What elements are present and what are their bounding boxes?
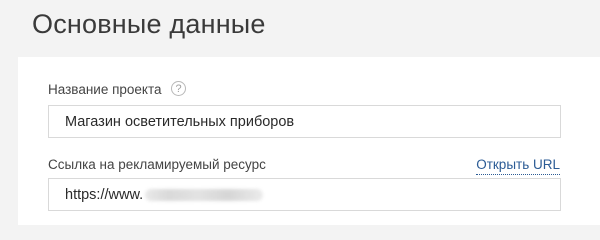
ad-url-input[interactable]: https://www. <box>48 178 561 211</box>
project-name-input[interactable] <box>48 105 561 138</box>
project-name-label: Название проекта <box>48 82 162 97</box>
ad-url-label: Ссылка на рекламируемый ресурс <box>48 157 266 172</box>
ad-url-value: https://www. <box>65 186 144 203</box>
basic-data-form-card: Название проекта ? Ссылка на рекламируем… <box>18 57 600 225</box>
question-circle-icon[interactable]: ? <box>171 81 186 96</box>
blurred-domain <box>145 188 264 201</box>
open-url-link[interactable]: Открыть URL <box>476 156 560 175</box>
page-title: Основные данные <box>32 9 266 39</box>
